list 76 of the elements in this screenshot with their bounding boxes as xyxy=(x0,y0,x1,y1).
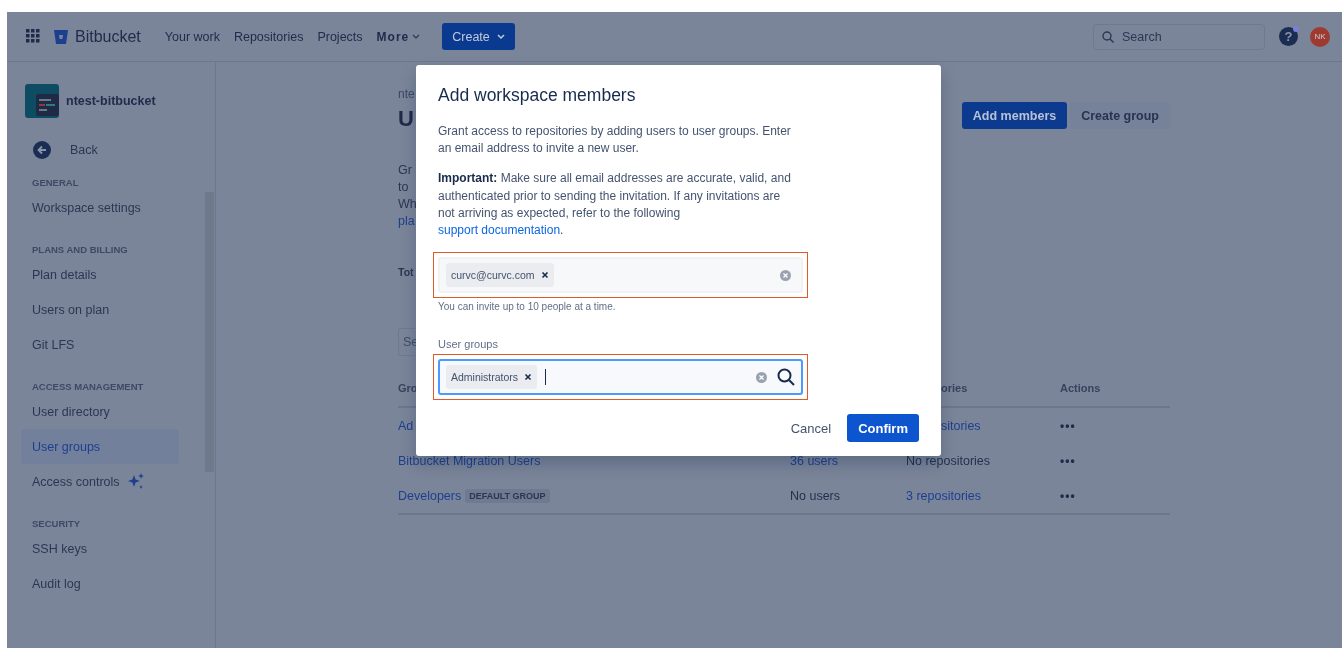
clear-icon xyxy=(780,269,791,281)
sidebar-item[interactable]: Plan details xyxy=(21,257,179,292)
table-cell: No repositories xyxy=(906,453,991,468)
user-groups-field[interactable]: Administrators xyxy=(438,359,803,396)
bucket-logo-icon xyxy=(53,28,69,45)
breadcrumb[interactable]: nte xyxy=(398,87,415,101)
workspace-name: ntest-bitbucket xyxy=(66,94,156,108)
description-text: to xyxy=(398,179,409,196)
clear-button[interactable] xyxy=(780,269,791,281)
grid-icon xyxy=(26,28,40,43)
confirm-button[interactable]: Confirm xyxy=(847,414,919,443)
section-heading: PLANS AND BILLING xyxy=(32,243,129,257)
search-icon xyxy=(1102,30,1114,43)
cancel-button[interactable]: Cancel xyxy=(784,414,838,443)
remove-button[interactable] xyxy=(540,271,549,280)
search-field[interactable]: Search xyxy=(1093,23,1265,50)
clear-icon xyxy=(756,371,767,383)
sidebar-item[interactable]: Audit log xyxy=(21,566,179,601)
chevron-down-icon xyxy=(412,33,421,40)
table-link[interactable]: Ad xyxy=(398,418,414,433)
column-header: ories xyxy=(941,382,968,394)
user-avatar[interactable]: NK xyxy=(1310,26,1330,47)
sidebar-item[interactable]: Users on plan xyxy=(21,292,179,327)
tag-label: Administrators xyxy=(451,371,519,384)
text-cursor xyxy=(545,369,547,386)
close-icon xyxy=(540,271,549,280)
field-label: User groups xyxy=(438,338,499,353)
create-group-button[interactable]: Create group xyxy=(1070,102,1170,129)
email-field[interactable]: curvc@curvc.com xyxy=(438,257,803,294)
section-heading: ACCESS MANAGEMENT xyxy=(32,380,145,394)
sidebar-item[interactable]: Access controls xyxy=(21,464,179,499)
section-heading: GENERAL xyxy=(32,176,80,190)
more-actions-button[interactable]: ••• xyxy=(1060,418,1076,433)
dialog-title: Add workspace members xyxy=(438,85,637,106)
column-header: Actions xyxy=(1060,382,1101,394)
table-link[interactable]: 36 users xyxy=(790,453,838,468)
help-button[interactable]: ? xyxy=(1279,27,1298,46)
description-text: Gr xyxy=(398,162,412,179)
nav-link[interactable]: Your work xyxy=(164,29,220,44)
workspace-logo-icon xyxy=(25,84,59,118)
page-title: U xyxy=(398,106,414,132)
remove-button[interactable] xyxy=(524,373,533,382)
more-actions-button[interactable]: ••• xyxy=(1060,453,1076,468)
helper-text: You can invite up to 10 people at a time. xyxy=(438,301,617,315)
close-icon xyxy=(524,373,533,382)
nav-link[interactable]: Repositories xyxy=(233,29,304,44)
table-link[interactable]: 3 repositories xyxy=(906,488,982,503)
tag-label: curvc@curvc.com xyxy=(451,269,535,282)
sidebar-item[interactable]: User directory xyxy=(21,394,179,429)
intro-text: Grant access to repositories by adding users to user groups. Enter an email address to invite a new user. xyxy=(438,123,792,158)
description-link[interactable]: pla xyxy=(398,213,415,230)
add-members-button[interactable]: Add members xyxy=(961,102,1068,129)
sidebar-item[interactable]: User groups xyxy=(21,429,179,464)
default-group-tag: DEFAULT GROUP xyxy=(465,488,550,503)
important-notice-text: Important: Make sure all email addresses are accurate, valid, and authenticated prior to sending the invitation. If any invitations are not arriving as expected, refer to the following support documentation. xyxy=(438,170,792,239)
search-icon xyxy=(777,368,795,387)
description-text: Wh xyxy=(398,196,417,213)
section-heading: SECURITY xyxy=(32,517,82,531)
sidebar-item[interactable]: Git LFS xyxy=(21,327,179,362)
more-menu-button[interactable]: More xyxy=(376,29,421,44)
table-link[interactable]: sitories xyxy=(941,418,981,433)
nav-link[interactable]: Projects xyxy=(317,29,363,44)
create-button[interactable]: Create xyxy=(442,23,515,50)
back-link[interactable]: Back xyxy=(33,140,205,160)
app-switcher-button[interactable] xyxy=(26,28,42,45)
table-link[interactable]: Developers xyxy=(398,488,462,503)
more-actions-button[interactable]: ••• xyxy=(1060,488,1076,503)
sidebar-item[interactable]: SSH keys xyxy=(21,531,179,566)
sidebar-item[interactable]: Workspace settings xyxy=(21,190,179,225)
back-label: Back xyxy=(70,143,98,157)
table-link[interactable]: Bitbucket Migration Users xyxy=(398,453,541,468)
product-name[interactable]: Bitbucket xyxy=(75,27,141,46)
table-cell: No users xyxy=(790,488,841,503)
total-label: Tot xyxy=(398,266,414,278)
clear-button[interactable] xyxy=(756,371,767,383)
chevron-down-icon xyxy=(496,33,505,40)
